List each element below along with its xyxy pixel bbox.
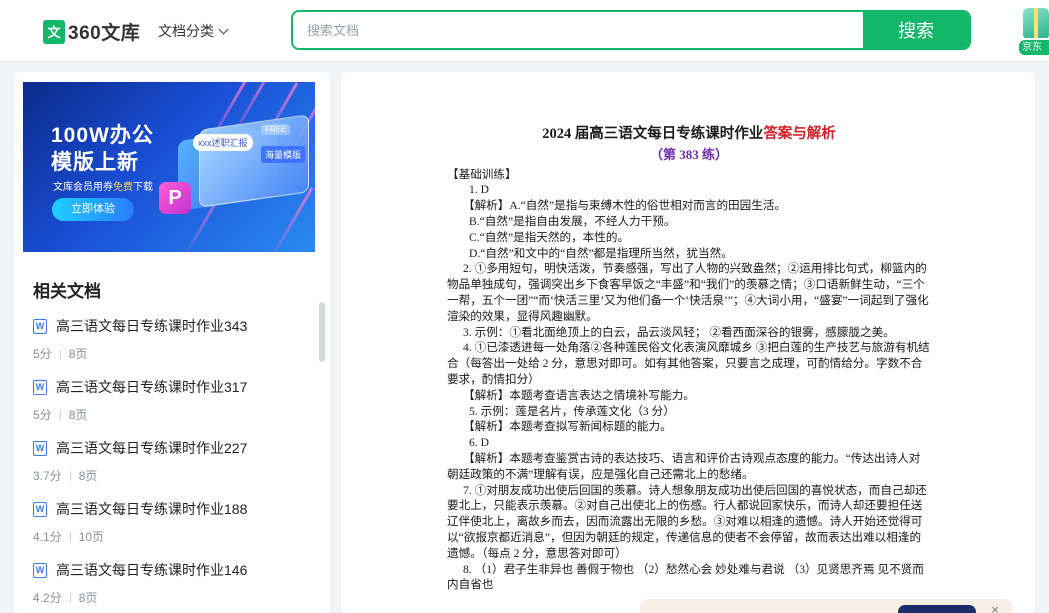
search-input[interactable]	[293, 12, 863, 48]
logo-text: 360文库	[68, 23, 141, 44]
doc-score: 3.7分	[33, 469, 62, 483]
floating-promo-button[interactable]	[898, 605, 976, 613]
doc-pages: 8页	[78, 469, 98, 483]
related-docs-list: W 高三语文每日专练课时作业343 5分 8页 W 高三语文每日专练课时作业317 5…	[33, 316, 313, 613]
card-tag-templates: 海量模版	[261, 146, 306, 163]
jd-promo[interactable]: 京东	[1019, 4, 1049, 56]
document-body: 【基础训练】 1. D 【解析】A.“自然”是指与束缚木性的俗世相对而言的田园生活。…	[447, 167, 931, 594]
list-item[interactable]: W 高三语文每日专练课时作业188 4.1分 10页	[33, 499, 313, 560]
related-docs-title: 相关文档	[33, 282, 101, 301]
word-doc-icon: W	[33, 379, 47, 395]
document-line: 1. D	[469, 183, 489, 197]
document-line: 2. ①多用短句，明快活泼，节奏感强，写出了人物的兴致盎然；②运用排比句式，柳篮…	[447, 262, 929, 323]
document-line: B.“自然”是指自由发展，不经人力干预。	[469, 214, 676, 228]
category-menu[interactable]: 文档分类	[158, 21, 229, 41]
doc-pages: 8页	[68, 347, 88, 361]
ppt-icon: P	[159, 182, 191, 214]
top-header: 文 360文库 文档分类 搜索 京东	[0, 0, 1049, 62]
document-page: 2024 届高三语文每日专练课时作业答案与解析 （第 383 练） 【基础训练】…	[447, 126, 931, 594]
doc-score: 5分	[33, 347, 52, 361]
doc-title-link[interactable]: 高三语文每日专练课时作业317	[56, 377, 247, 397]
doc-pages: 8页	[78, 591, 98, 605]
word-doc-icon: W	[33, 501, 47, 517]
promo-banner[interactable]: 100W办公 模版上新 文库会员用券免费下载 立即体验 xxx述职汇报 FREE…	[23, 82, 315, 252]
document-line: 3. 示例：①看北面绝顶上的白云，品云淡风轻； ②看西面深谷的银雾，感朦胧之美。	[463, 325, 895, 339]
document-line: 4. ①已漆透进每一处角落②各种莲民俗文化表演风靡城乡 ③把白莲的生产技艺与旅游…	[447, 341, 930, 386]
doc-title-link[interactable]: 高三语文每日专练课时作业227	[56, 438, 247, 458]
doc-title-link[interactable]: 高三语文每日专练课时作业188	[56, 499, 247, 519]
document-line: 【解析】本题考查拟写新闻标题的能力。	[463, 420, 672, 434]
logo-icon: 文	[43, 19, 65, 44]
document-line: 7. ①对朋友成功出使后回国的羡慕。诗人想象朋友成功出使后回国的喜悦状态，而自己…	[447, 483, 927, 560]
doc-score: 4.1分	[33, 530, 62, 544]
document-line: C.“自然”是指天然的，本性的。	[469, 230, 630, 244]
document-line: 8. （1）君子生非异也 善假于物也 （2）愁然心会 妙处难与君说 （3）见贤思…	[447, 562, 924, 592]
word-doc-icon: W	[33, 440, 47, 456]
sidebar: 100W办公 模版上新 文库会员用券免费下载 立即体验 xxx述职汇报 FREE…	[14, 72, 330, 613]
document-line: 5. 示例：莲是名片，传承莲文化（3 分）	[469, 404, 675, 418]
scrollbar-thumb[interactable]	[319, 302, 325, 362]
document-viewer: 2024 届高三语文每日专练课时作业答案与解析 （第 383 练） 【基础训练】…	[341, 72, 1035, 613]
document-title: 2024 届高三语文每日专练课时作业答案与解析	[542, 126, 836, 142]
list-item[interactable]: W 高三语文每日专练课时作业317 5分 8页	[33, 377, 313, 438]
document-subtitle: （第 383 练）	[649, 146, 728, 162]
sidebar-scrollbar[interactable]	[319, 302, 325, 602]
document-line: D.“自然”和文中的“自然”都是指理所当然，犹当然。	[469, 246, 733, 260]
word-doc-icon: W	[33, 318, 47, 334]
site-logo[interactable]: 文 360文库	[43, 18, 140, 45]
doc-score: 5分	[33, 408, 52, 422]
search-bar: 搜索	[291, 10, 971, 50]
doc-score: 4.2分	[33, 591, 62, 605]
card-free-tag: FREE	[261, 124, 291, 135]
document-line: 【解析】本题考查鉴赏古诗的表达技巧、语言和评价古诗观点态度的能力。“传达出诗人对…	[447, 451, 921, 481]
list-item[interactable]: W 高三语文每日专练课时作业343 5分 8页	[33, 316, 313, 377]
list-item[interactable]: W 高三语文每日专练课时作业227 3.7分 8页	[33, 438, 313, 499]
doc-pages: 8页	[68, 408, 88, 422]
try-now-button[interactable]: 立即体验	[52, 198, 134, 221]
doc-pages: 10页	[78, 530, 105, 544]
list-item[interactable]: W 高三语文每日专练课时作业146 4.2分 8页	[33, 560, 313, 613]
document-line: 【基础训练】	[447, 167, 517, 181]
card-tag-report: xxx述职汇报	[193, 134, 253, 151]
chevron-down-icon	[218, 24, 229, 34]
document-line: 【解析】A.“自然”是指与束缚木性的俗世相对而言的田园生活。	[463, 199, 787, 213]
promo-label: 京东	[1019, 40, 1049, 55]
document-line: 【解析】本题考查语言表达之情境补写能力。	[463, 388, 695, 402]
word-doc-icon: W	[33, 562, 47, 578]
banner-headline: 100W办公 模版上新	[51, 124, 154, 174]
banner-subtitle: 文库会员用券免费下载	[53, 182, 153, 193]
doc-title-link[interactable]: 高三语文每日专练课时作业343	[56, 316, 247, 336]
close-icon[interactable]: ×	[988, 603, 1002, 613]
document-line: 6. D	[469, 436, 489, 450]
gift-icon	[1023, 8, 1049, 38]
doc-title-link[interactable]: 高三语文每日专练课时作业146	[56, 560, 247, 580]
category-menu-label: 文档分类	[158, 23, 214, 39]
search-button[interactable]: 搜索	[863, 12, 969, 48]
